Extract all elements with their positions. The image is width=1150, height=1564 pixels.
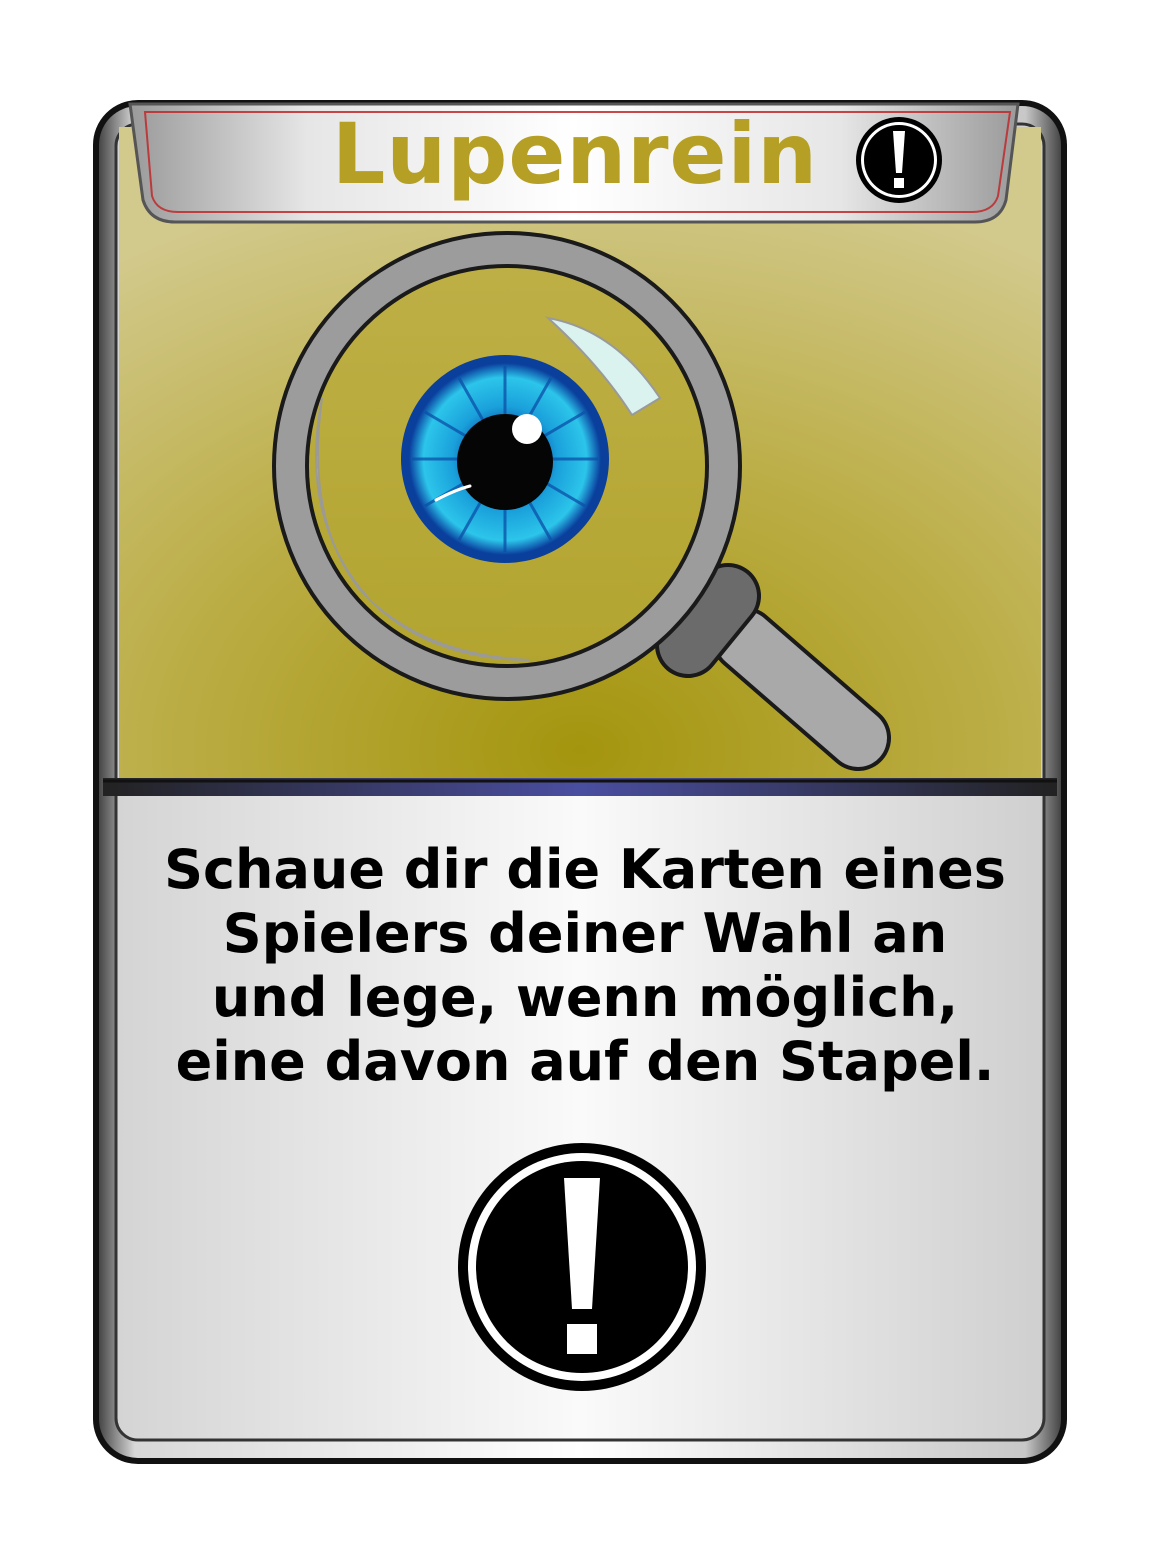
card-text-line: und lege, wenn möglich,: [211, 966, 959, 1029]
game-card[interactable]: Lupenrein Schaue dir die Karten eines Sp…: [0, 0, 1150, 1564]
exclamation-icon: [856, 117, 942, 203]
card-text-line: Spielers deiner Wahl an: [222, 902, 948, 965]
card-title: Lupenrein: [331, 105, 819, 203]
eye-illustration: [401, 355, 609, 563]
card-text-line: Schaue dir die Karten eines: [164, 838, 1006, 901]
card-description: Schaue dir die Karten eines Spielers dei…: [130, 838, 1040, 1108]
card-text-line: eine davon auf den Stapel.: [175, 1030, 995, 1093]
exclamation-icon: [458, 1143, 706, 1391]
